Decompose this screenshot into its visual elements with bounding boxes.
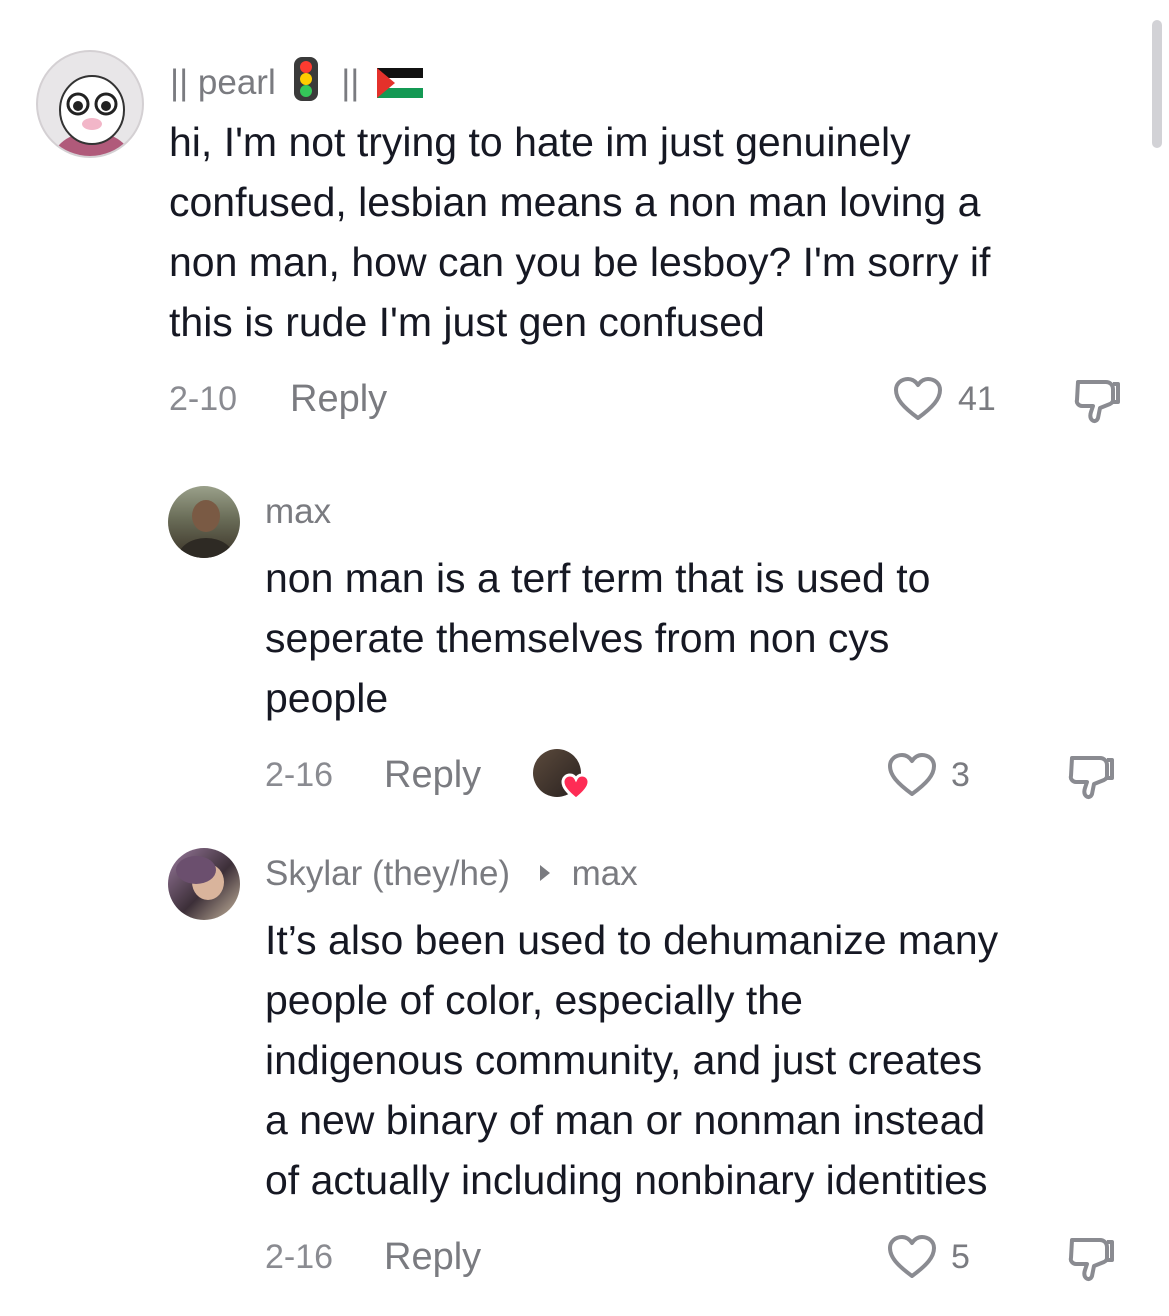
username-skylar[interactable]: Skylar (they/he) max <box>265 854 638 894</box>
reply-arrow-icon <box>538 863 552 883</box>
like-count: 3 <box>951 756 970 794</box>
username-max[interactable]: max <box>265 492 331 532</box>
comment-date: 2-16 <box>265 1238 334 1276</box>
reply-to-username[interactable]: max <box>572 854 638 893</box>
reply-button[interactable]: Reply <box>290 378 387 421</box>
avatar-photo-icon <box>176 856 224 900</box>
comment-date: 2-10 <box>169 380 238 418</box>
comment-date: 2-16 <box>265 756 334 794</box>
reply-button[interactable]: Reply <box>384 754 481 797</box>
dislike-icon[interactable] <box>1066 1234 1116 1282</box>
comment-text-max: non man is a terf term that is used to s… <box>265 555 931 721</box>
reply-button[interactable]: Reply <box>384 1236 481 1279</box>
dislike-icon[interactable] <box>1072 376 1122 424</box>
avatar-photo-icon <box>178 500 234 558</box>
scrollbar[interactable] <box>1152 20 1162 148</box>
dislike-icon[interactable] <box>1066 752 1116 800</box>
username-pearl[interactable]: || pearl || <box>170 56 424 103</box>
heart-icon[interactable] <box>887 752 937 798</box>
avatar-max[interactable] <box>168 486 240 558</box>
comment-text-skylar: It’s also been used to dehumanize many p… <box>265 917 999 1203</box>
like-count: 41 <box>958 380 996 418</box>
avatar-drawing-icon <box>52 75 132 156</box>
avatar-pearl[interactable] <box>36 50 144 158</box>
like-count: 5 <box>951 1238 970 1276</box>
heart-icon[interactable] <box>887 1234 937 1280</box>
creator-liked-badge <box>533 749 591 801</box>
traffic-light-icon <box>293 56 319 102</box>
avatar-skylar[interactable] <box>168 848 240 920</box>
heart-icon[interactable] <box>893 376 943 422</box>
heart-badge-icon <box>561 773 591 801</box>
palestine-flag-icon <box>377 68 424 98</box>
comment-text-pearl: hi, I'm not trying to hate im just genui… <box>169 119 991 345</box>
